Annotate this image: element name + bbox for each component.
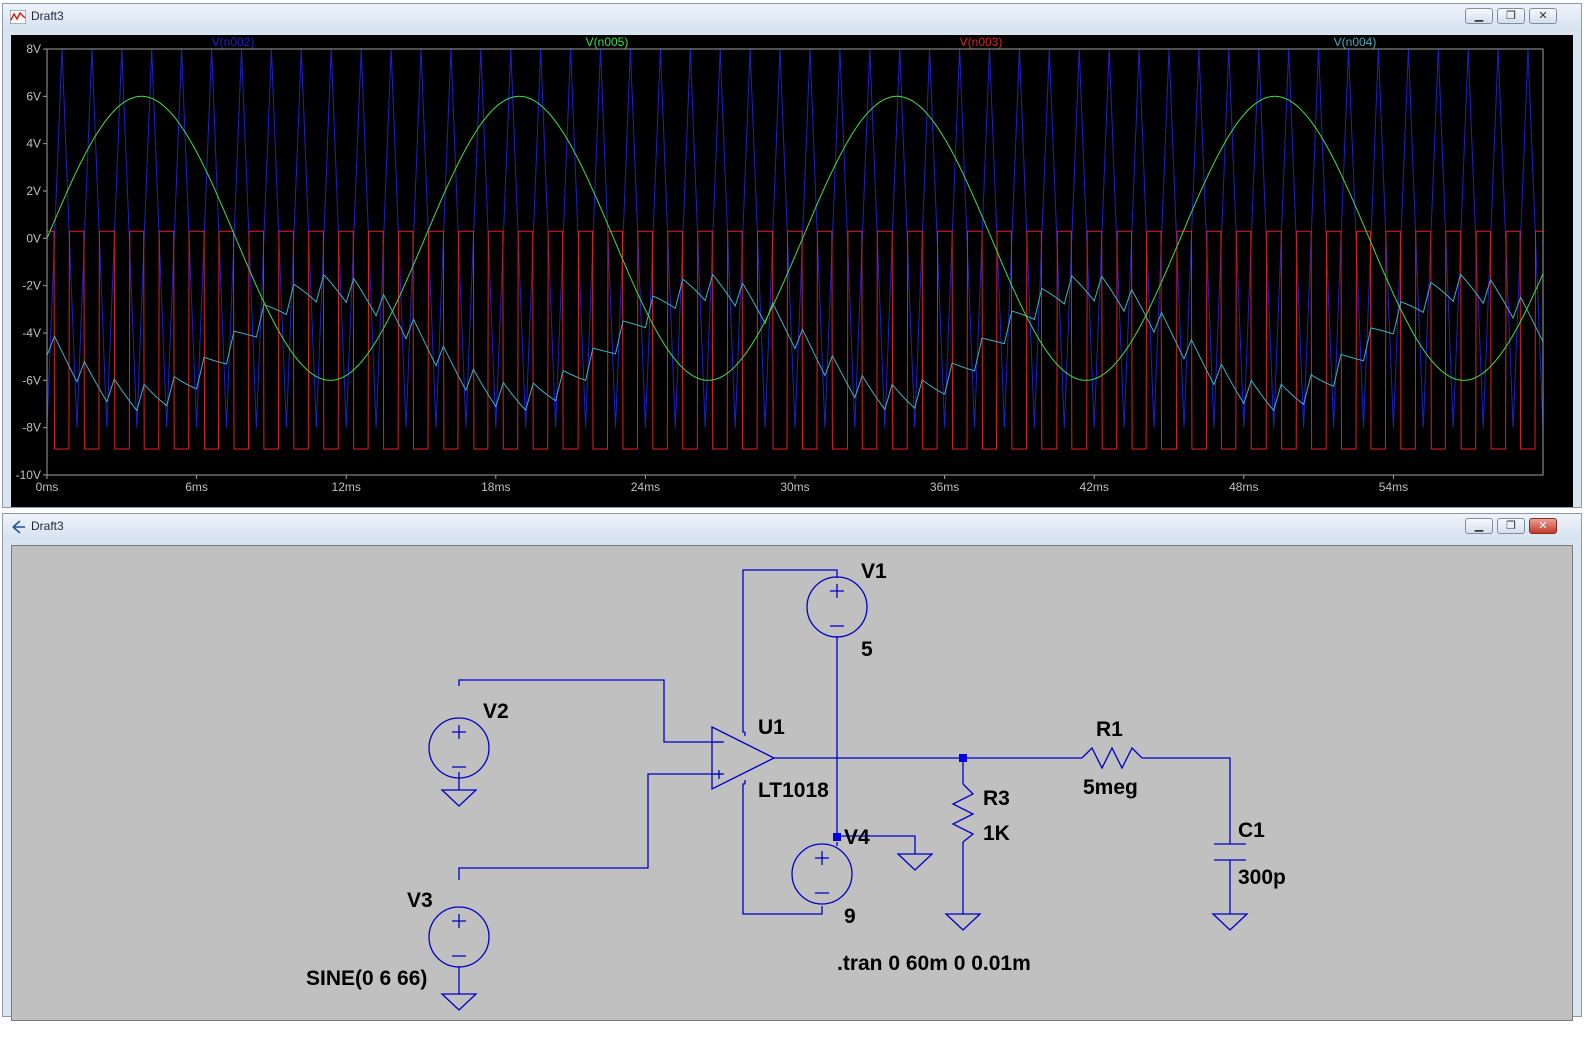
y-tick-label: -2V: [22, 279, 41, 293]
minimize-icon: ▁: [1474, 519, 1484, 532]
schematic-title: Draft3: [31, 519, 64, 533]
u1-value: LT1018: [758, 779, 829, 802]
wire[interactable]: [742, 783, 823, 915]
trace-vn002[interactable]: [46, 48, 1544, 428]
close-icon: ✕: [1538, 519, 1548, 532]
schematic-titlebar[interactable]: Draft3 ▁ ❐ ✕: [3, 514, 1581, 540]
y-tick-label: 6V: [26, 89, 41, 103]
c1-label: C1: [1238, 819, 1265, 842]
schematic-canvas[interactable]: V1 5 V2 U1 LT1018 V4 9 R3 1K R1 5meg C1 …: [11, 545, 1573, 1021]
restore-icon: ❐: [1506, 9, 1516, 22]
x-tick-label: 0ms: [36, 480, 59, 494]
waveform-plot[interactable]: 8V6V4V2V0V-2V-4V-6V-8V-10V 0ms 6ms 12ms 18m…: [11, 35, 1573, 507]
v3-value: SINE(0 6 66): [306, 967, 427, 990]
waveform-window: Draft3 ▁ ❐ ✕ 8V 6V 4V 2V 0V -2V -4V -6V -8V -10V …: [2, 3, 1582, 508]
y-tick-label: -4V: [22, 326, 41, 340]
close-button[interactable]: ✕: [1529, 518, 1557, 534]
r3-value: 1K: [983, 822, 1010, 845]
x-tick-label: 18ms: [481, 480, 510, 494]
tran-directive[interactable]: .tran 0 60m 0 0.01m: [837, 952, 1031, 975]
r3-label: R3: [983, 787, 1010, 810]
trace-legend-vn002[interactable]: V(n002): [212, 35, 255, 49]
u1-label: U1: [758, 716, 785, 739]
y-tick-label: 0V: [26, 231, 41, 245]
v2-voltage-source[interactable]: [428, 717, 490, 807]
restore-icon: ❐: [1506, 519, 1516, 532]
v3-voltage-source[interactable]: [428, 906, 490, 1011]
v1-value: 5: [861, 638, 873, 661]
x-tick-label: 54ms: [1379, 480, 1408, 494]
maximize-button[interactable]: ❐: [1497, 518, 1525, 534]
wire[interactable]: [1142, 757, 1231, 844]
x-tick-label: 30ms: [780, 480, 809, 494]
ground-symbol: [944, 913, 982, 931]
plot-frame: [46, 48, 1544, 476]
wire[interactable]: [458, 773, 716, 880]
waveform-title: Draft3: [31, 9, 64, 23]
waveform-plot-pane[interactable]: 8V 6V 4V 2V 0V -2V -4V -6V -8V -10V 0ms 6ms 12ms 18m…: [11, 35, 1573, 507]
trace-legend-vn005[interactable]: V(n005): [586, 35, 629, 49]
c1-capacitor[interactable]: [1214, 843, 1246, 861]
v4-label: V4: [844, 826, 870, 849]
v2-label: V2: [483, 700, 509, 723]
minimize-icon: ▁: [1474, 9, 1484, 22]
close-button[interactable]: ✕: [1529, 8, 1557, 24]
r1-label: R1: [1096, 718, 1123, 741]
y-tick-label: -6V: [22, 373, 41, 387]
trace-legend-vn004[interactable]: V(n004): [1334, 35, 1377, 49]
y-tick-label: 2V: [26, 184, 41, 198]
y-tick-label: 4V: [26, 137, 41, 151]
trace-vn004[interactable]: [46, 273, 1544, 412]
close-icon: ✕: [1538, 9, 1548, 22]
trace-legend-vn003[interactable]: V(n003): [960, 35, 1003, 49]
trace-vn005[interactable]: [46, 95, 1544, 381]
waveform-titlebar[interactable]: Draft3 ▁ ❐ ✕: [3, 4, 1581, 30]
junction-dot: [833, 833, 841, 841]
r3-resistor[interactable]: [951, 783, 975, 843]
x-tick-label: 36ms: [930, 480, 959, 494]
x-tick-label: 24ms: [631, 480, 660, 494]
v4-value: 9: [844, 905, 856, 928]
v4-voltage-source[interactable]: [791, 843, 934, 905]
wire[interactable]: [742, 569, 838, 733]
y-tick-label: -8V: [22, 421, 41, 435]
r1-resistor[interactable]: [1081, 746, 1143, 770]
junction-dot: [959, 754, 967, 762]
x-tick-label: 12ms: [332, 480, 361, 494]
v3-label: V3: [407, 889, 433, 912]
y-tick-label: 8V: [26, 42, 41, 56]
minimize-button[interactable]: ▁: [1465, 8, 1493, 24]
schematic-drawing[interactable]: V1 5 V2 U1 LT1018 V4 9 R3 1K R1 5meg C1 …: [12, 546, 1572, 1020]
maximize-button[interactable]: ❐: [1497, 8, 1525, 24]
c1-value: 300p: [1238, 866, 1286, 889]
v1-voltage-source[interactable]: [806, 576, 868, 638]
r1-value: 5meg: [1083, 776, 1138, 799]
v1-label: V1: [861, 560, 887, 583]
schematic-window: Draft3 ▁ ❐ ✕ V1 5 V2 U1 LT1018 V4 9 R3 1…: [2, 513, 1582, 1021]
waveform-app-icon: [10, 10, 26, 24]
x-tick-label: 6ms: [185, 480, 208, 494]
minimize-button[interactable]: ▁: [1465, 518, 1493, 534]
schematic-app-icon: [12, 520, 25, 534]
x-tick-label: 42ms: [1080, 480, 1109, 494]
x-tick-label: 48ms: [1229, 480, 1258, 494]
ground-symbol: [1211, 913, 1249, 931]
